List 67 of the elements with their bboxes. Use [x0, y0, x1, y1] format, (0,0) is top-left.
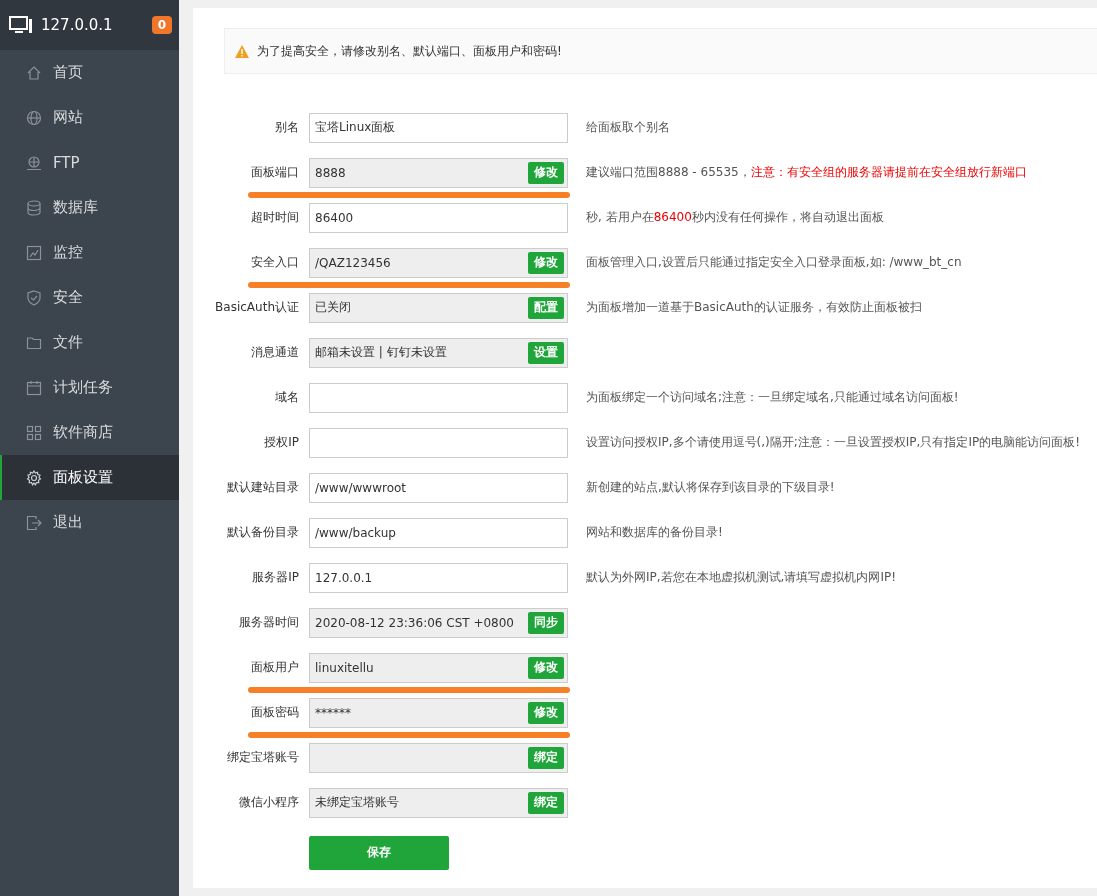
- database-icon: [26, 199, 42, 216]
- hint-text: 建议端口范围8888 - 65535，注意：有安全组的服务器请提前在安全组放行新端口: [586, 164, 1027, 181]
- readonly-field: /QAZ123456 修改: [309, 247, 568, 278]
- globe-icon: [26, 109, 42, 126]
- sidebar-item[interactable]: 面板设置: [0, 455, 179, 500]
- hint-text: 给面板取个别名: [586, 119, 670, 136]
- readonly-field: linuxitellu 修改: [309, 652, 568, 683]
- hint-text: 为面板增加一道基于BasicAuth的认证服务，有效防止面板被扫: [586, 299, 922, 316]
- field-label: BasicAuth认证: [214, 299, 299, 316]
- hint-text: 面板管理入口,设置后只能通过指定安全入口登录面板,如: /www_bt_cn: [586, 254, 962, 271]
- hint-text: 新创建的站点,默认将保存到该目录的下级目录!: [586, 479, 835, 496]
- sidebar-item[interactable]: 数据库: [0, 185, 179, 230]
- readonly-field: ****** 修改: [309, 697, 568, 728]
- field-label: 服务器时间: [238, 614, 299, 631]
- hint-text: 为面板绑定一个访问域名;注意：一旦绑定域名,只能通过域名访问面板!: [586, 389, 959, 406]
- readonly-field: 2020-08-12 23:36:06 CST +0800 同步: [309, 607, 568, 638]
- grid-icon: [26, 424, 42, 441]
- input-field[interactable]: /www/wwwroot: [309, 472, 568, 503]
- readonly-field: 已关闭 配置: [309, 292, 568, 323]
- field-label: 微信小程序: [238, 794, 299, 811]
- hint-text: 秒, 若用户在86400秒内没有任何操作，将自动退出面板: [586, 209, 884, 226]
- settings-icon: [26, 469, 42, 486]
- sidebar-item[interactable]: 首页: [0, 50, 179, 95]
- sidebar-item[interactable]: 网站: [0, 95, 179, 140]
- field-label: 默认备份目录: [226, 524, 299, 541]
- hint-text: 网站和数据库的备份目录!: [586, 524, 723, 541]
- readonly-field: 邮箱未设置 | 钉钉未设置 设置: [309, 337, 568, 368]
- field-label: 面板端口: [250, 164, 299, 181]
- field-label: 消息通道: [250, 344, 299, 361]
- shield-icon: [26, 289, 42, 306]
- sidebar-item[interactable]: 软件商店: [0, 410, 179, 455]
- field-label: 域名: [274, 389, 299, 406]
- input-field[interactable]: 86400: [309, 202, 568, 233]
- input-field[interactable]: 127.0.0.1: [309, 562, 568, 593]
- field-label: 服务器IP: [251, 569, 299, 586]
- sidebar-item[interactable]: 安全: [0, 275, 179, 320]
- exit-icon: [26, 514, 42, 531]
- input-field[interactable]: /www/backup: [309, 517, 568, 548]
- readonly-field: 未绑定宝塔账号 绑定: [309, 787, 568, 818]
- folder-icon: [26, 334, 42, 351]
- hint-text: 设置访问授权IP,多个请使用逗号(,)隔开;注意：一旦设置授权IP,只有指定IP的电脑能访问面板!: [586, 434, 1080, 451]
- sidebar-item[interactable]: 计划任务: [0, 365, 179, 410]
- readonly-field: 8888 修改: [309, 157, 568, 188]
- sidebar-item[interactable]: 监控: [0, 230, 179, 275]
- home-icon: [26, 64, 42, 81]
- globe-icon: [26, 154, 42, 171]
- host-address: 127.0.0.1: [41, 16, 114, 34]
- chart-icon: [26, 244, 42, 261]
- field-label: 绑定宝塔账号: [226, 749, 299, 766]
- warning-icon: [235, 44, 249, 58]
- field-label: 面板密码: [250, 704, 299, 721]
- input-field[interactable]: 宝塔Linux面板: [309, 112, 568, 143]
- calendar-icon: [26, 379, 42, 396]
- input-field[interactable]: [309, 427, 568, 458]
- field-label: 授权IP: [263, 434, 299, 451]
- sidebar-item[interactable]: 退出: [0, 500, 179, 545]
- sidebar-item[interactable]: FTP: [0, 140, 179, 185]
- field-label: 默认建站目录: [226, 479, 299, 496]
- monitor-icon: [9, 16, 33, 34]
- field-label: 面板用户: [250, 659, 299, 676]
- field-label: 别名: [274, 119, 299, 136]
- input-field[interactable]: [309, 382, 568, 413]
- hint-text: 默认为外网IP,若您在本地虚拟机测试,请填写虚拟机内网IP!: [586, 569, 896, 586]
- warning-text: 为了提高安全，请修改别名、默认端口、面板用户和密码!: [257, 42, 562, 60]
- field-label: 超时时间: [250, 209, 299, 226]
- field-label: 安全入口: [250, 254, 299, 271]
- sidebar-item[interactable]: 文件: [0, 320, 179, 365]
